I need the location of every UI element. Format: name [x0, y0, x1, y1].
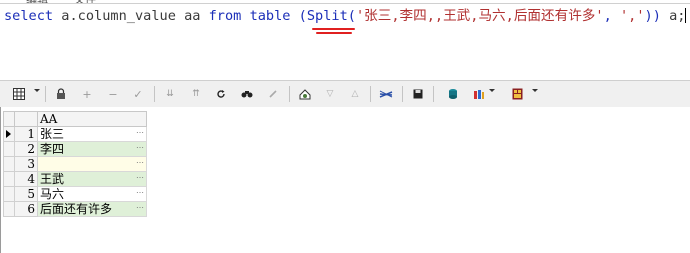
grid-cell[interactable]: 后面还有许多 … [37, 199, 147, 217]
sql-text: select a.column_value aa from table (Spl… [4, 8, 687, 24]
lock-icon[interactable] [52, 85, 70, 103]
result-grid: AA 1 张三 … 2 李四 … 3 … 4 王武 … 5 马六 … 6 后面还有许多 … [3, 111, 147, 217]
grid-cell[interactable]: 张三 … [37, 124, 147, 142]
report-dropdown[interactable] [532, 89, 538, 92]
grid-cell[interactable]: 马六 … [37, 184, 147, 202]
row-number: 4 [14, 171, 38, 187]
row-number: 1 [14, 126, 38, 142]
grid-cell[interactable]: … [37, 154, 147, 172]
first-record-icon[interactable]: ⇊ [161, 85, 179, 103]
cell-ellipsis-icon[interactable]: … [136, 169, 144, 183]
table-row[interactable]: 5 马六 … [3, 184, 147, 202]
cell-ellipsis-icon[interactable]: … [136, 139, 144, 153]
grid-cell[interactable]: 李四 … [37, 139, 147, 157]
cell-value: 马六 [40, 187, 65, 201]
row-indicator[interactable] [3, 171, 15, 187]
current-row-pointer-icon [6, 130, 11, 138]
sort-up-icon[interactable]: △ [346, 85, 364, 103]
sql-table-keyword: table [249, 8, 291, 24]
grid-toolbar: + − ✓ ⇊ ⇈ ▽ △ [0, 80, 690, 108]
chart-icon[interactable] [377, 85, 395, 103]
cell-value: 李四 [40, 142, 65, 156]
refresh-icon[interactable] [212, 85, 230, 103]
toolbar-separator [370, 86, 371, 102]
cell-ellipsis-icon[interactable]: … [136, 184, 144, 198]
add-record-icon[interactable]: + [78, 85, 96, 103]
annotation-underline-second [316, 32, 352, 34]
row-number: 5 [14, 186, 38, 202]
sql-close-parens: )) [644, 8, 661, 24]
header-indicator-cell [3, 111, 15, 127]
grid-frame-left [0, 107, 1, 253]
row-indicator[interactable] [3, 126, 15, 142]
last-record-icon[interactable]: ⇈ [187, 85, 205, 103]
toolbar-separator [402, 86, 403, 102]
row-number: 2 [14, 141, 38, 157]
sql-fn-paren: ( [347, 8, 356, 24]
cell-value: 后面还有许多 [40, 202, 113, 216]
sql-column: a.column_value [61, 8, 176, 24]
cell-ellipsis-icon[interactable]: … [136, 154, 144, 168]
sql-alias: aa [184, 8, 201, 24]
clear-icon[interactable] [264, 85, 282, 103]
cell-value: 王武 [40, 172, 65, 186]
save-icon[interactable] [409, 85, 427, 103]
export-icon[interactable] [444, 85, 462, 103]
table-row[interactable]: 2 李四 … [3, 139, 147, 157]
sort-down-icon[interactable]: ▽ [321, 85, 339, 103]
print-dropdown[interactable] [489, 89, 495, 92]
table-row[interactable]: 6 后面还有许多 … [3, 199, 147, 217]
sql-comma: , [603, 8, 612, 24]
report-icon[interactable] [508, 85, 526, 103]
find-icon[interactable] [238, 85, 256, 103]
row-indicator[interactable] [3, 141, 15, 157]
cell-value: 张三 [40, 127, 65, 141]
print-icon[interactable] [470, 85, 488, 103]
grid-cell[interactable]: 王武 … [37, 169, 147, 187]
toolbar-separator [433, 86, 434, 102]
sql-keyword-select: select [4, 8, 54, 24]
row-number: 6 [14, 201, 38, 217]
row-indicator[interactable] [3, 186, 15, 202]
sql-function-split: Split [306, 8, 348, 24]
annotation-underline [312, 28, 355, 30]
sql-tail-alias: a; [669, 8, 686, 24]
grid-view-dropdown[interactable] [34, 89, 40, 92]
row-indicator[interactable] [3, 156, 15, 172]
text-caret [685, 8, 687, 23]
sql-delimiter-arg: ',' [619, 8, 645, 24]
table-row[interactable]: 4 王武 … [3, 169, 147, 187]
delete-record-icon[interactable]: − [104, 85, 122, 103]
editor-spacer [0, 66, 690, 80]
grid-view-icon[interactable] [10, 85, 28, 103]
header-rownum-cell [14, 111, 38, 127]
sql-editor[interactable]: select a.column_value aa from table (Spl… [0, 3, 690, 67]
table-row[interactable]: 1 张三 … [3, 124, 147, 142]
table-row[interactable]: 3 … [3, 154, 147, 172]
toolbar-separator [45, 86, 46, 102]
column-header-aa[interactable]: AA [37, 111, 147, 127]
sql-string-arg: '张三,李四,,王武,马六,后面还有许多' [355, 8, 604, 24]
row-number: 3 [14, 156, 38, 172]
row-indicator[interactable] [3, 201, 15, 217]
cell-ellipsis-icon[interactable]: … [136, 199, 144, 213]
query-icon[interactable] [296, 85, 314, 103]
post-icon[interactable]: ✓ [129, 85, 147, 103]
toolbar-separator [154, 86, 155, 102]
toolbar-separator [289, 86, 290, 102]
sql-open-paren: ( [298, 8, 307, 24]
sql-keyword-from: from [208, 8, 242, 24]
cell-ellipsis-icon[interactable]: … [136, 124, 144, 138]
column-header-label: AA [40, 112, 58, 126]
